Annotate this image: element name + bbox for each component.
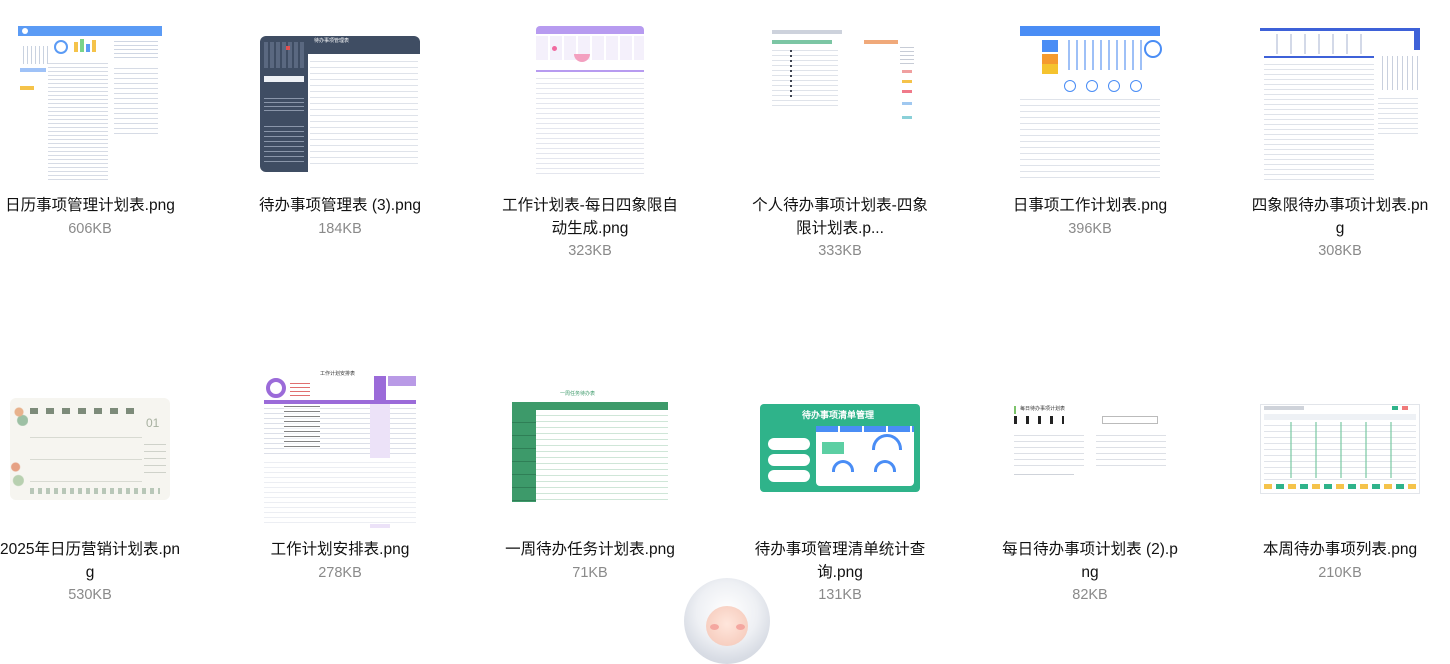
file-size: 606KB bbox=[68, 221, 112, 237]
file-name[interactable]: 日历事项管理计划表.png bbox=[0, 194, 200, 217]
file-name[interactable]: 询.png bbox=[730, 561, 950, 584]
file-name[interactable]: 一周待办任务计划表.png bbox=[480, 538, 700, 561]
thumb-title: 待办事项清单管理 bbox=[802, 410, 875, 420]
file-size: 131KB bbox=[818, 587, 862, 603]
file-thumbnail[interactable] bbox=[764, 24, 916, 184]
file-thumbnail[interactable] bbox=[514, 24, 666, 184]
file-thumbnail[interactable]: 待办事项清单管理 bbox=[760, 404, 920, 492]
file-size: 184KB bbox=[318, 221, 362, 237]
file-name[interactable]: 四象限待办事项计划表.pn bbox=[1230, 194, 1450, 217]
file-thumbnail[interactable] bbox=[1014, 24, 1166, 184]
file-thumbnail[interactable]: 待办事项管理表 bbox=[260, 36, 420, 172]
file-name[interactable]: 待办事项管理表 (3).png bbox=[230, 194, 450, 217]
avatar-cheek-right bbox=[736, 624, 745, 630]
thumb-title: 工作计划安排表 bbox=[320, 371, 356, 377]
file-size: 333KB bbox=[818, 243, 862, 259]
file-thumbnail[interactable]: 一周任务待办表 bbox=[510, 390, 670, 504]
file-name[interactable]: 限计划表.p... bbox=[730, 217, 950, 240]
file-thumbnail[interactable]: 每日待办事项计划表 bbox=[1010, 404, 1170, 494]
file-name[interactable]: 个人待办事项计划表-四象 bbox=[730, 194, 950, 217]
file-name[interactable]: 每日待办事项计划表 (2).p bbox=[980, 538, 1200, 561]
file-name[interactable]: 待办事项管理清单统计查 bbox=[730, 538, 950, 561]
file-name[interactable]: ng bbox=[980, 561, 1200, 584]
file-thumbnail[interactable]: 工作计划安排表 bbox=[260, 368, 420, 528]
file-name[interactable]: 工作计划表-每日四象限自 bbox=[480, 194, 700, 217]
file-size: 308KB bbox=[1318, 243, 1362, 259]
file-thumbnail[interactable]: 01 bbox=[10, 398, 170, 500]
file-name[interactable]: g bbox=[1230, 217, 1450, 240]
file-size: 278KB bbox=[318, 565, 362, 581]
file-thumbnail[interactable] bbox=[1260, 24, 1420, 184]
file-size: 530KB bbox=[68, 587, 112, 603]
file-thumbnail[interactable] bbox=[1260, 404, 1420, 494]
file-name[interactable]: g bbox=[0, 561, 200, 584]
thumb-title: 一周任务待办表 bbox=[560, 391, 596, 397]
file-thumbnail[interactable] bbox=[14, 24, 166, 184]
thumb-title: 待办事项管理表 bbox=[314, 38, 350, 44]
file-size: 71KB bbox=[572, 565, 608, 581]
file-name[interactable]: 2025年日历营销计划表.pn bbox=[0, 538, 200, 561]
file-name[interactable]: 日事项工作计划表.png bbox=[980, 194, 1200, 217]
file-size: 210KB bbox=[1318, 565, 1362, 581]
avatar-cheek-left bbox=[710, 624, 719, 630]
file-name[interactable]: 动生成.png bbox=[480, 217, 700, 240]
file-size: 396KB bbox=[1068, 221, 1112, 237]
file-size: 323KB bbox=[568, 243, 612, 259]
assistant-avatar[interactable] bbox=[684, 578, 770, 664]
file-name[interactable]: 本周待办事项列表.png bbox=[1230, 538, 1450, 561]
file-grid: 日历事项管理计划表.png 606KB 待办事项管理表 待办事项管理表 (3).… bbox=[0, 0, 1450, 622]
file-size: 82KB bbox=[1072, 587, 1108, 603]
thumb-title: 每日待办事项计划表 bbox=[1020, 406, 1066, 412]
file-name[interactable]: 工作计划安排表.png bbox=[230, 538, 450, 561]
